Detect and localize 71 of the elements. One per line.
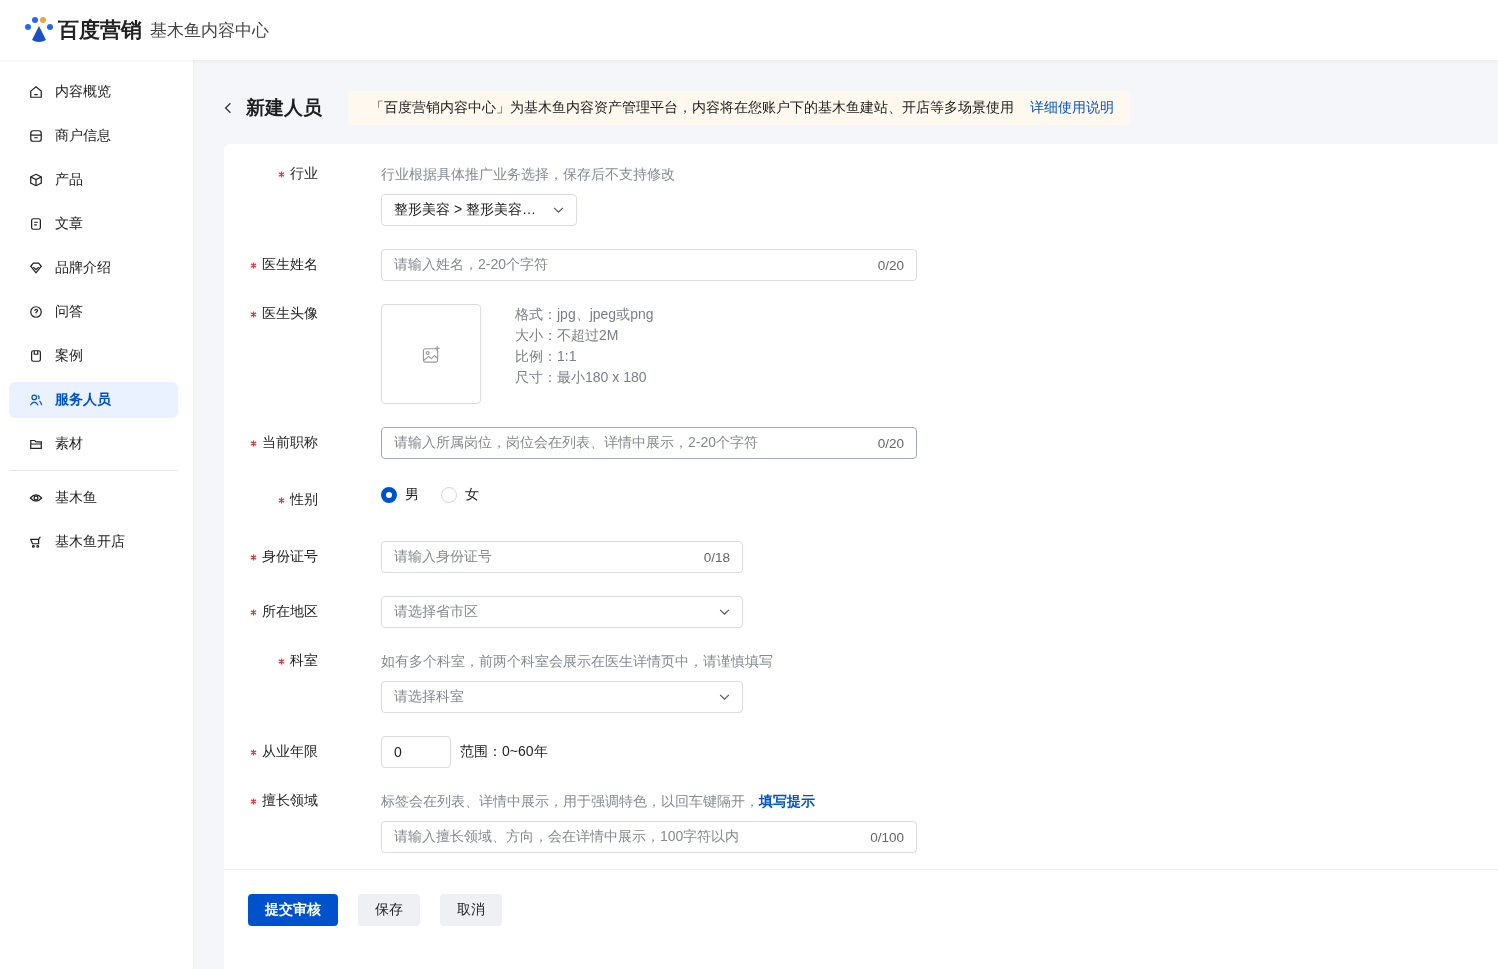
range-note: 范围：0~60年: [460, 743, 548, 761]
logo-icon: [24, 16, 54, 44]
sidebar-item[interactable]: 商户信息: [9, 118, 178, 154]
sidebar-item[interactable]: 内容概览: [9, 74, 178, 110]
question-icon: [29, 305, 43, 319]
character-counter: 0/18: [703, 549, 730, 565]
sidebar-item[interactable]: 素材: [9, 426, 178, 462]
character-counter: 0/100: [870, 829, 904, 845]
radio-label: 女: [465, 486, 479, 504]
sidebar-item[interactable]: 服务人员: [9, 382, 178, 418]
character-counter: 0/20: [877, 435, 904, 451]
upload-requirement: 尺寸：最小180 x 180: [515, 368, 648, 387]
doc-icon: [29, 217, 43, 231]
field-label: 所在地区: [262, 603, 318, 621]
notice-text: 「百度营销内容中心」为基木鱼内容资产管理平台，内容将在您账户下的基木鱼建站、开店等多场景使用: [370, 99, 1014, 117]
number-field[interactable]: 0: [381, 736, 451, 768]
diamond-icon: [29, 261, 43, 275]
field-hint: 标签会在列表、详情中展示，用于强调特色，以回车键隔开，填写提示: [381, 792, 816, 811]
submit-button[interactable]: 提交审核: [248, 894, 338, 926]
text-field[interactable]: 请输入身份证号 0/18: [381, 541, 743, 573]
folder-icon: [29, 437, 43, 451]
cart-icon: [29, 535, 43, 549]
radio-option[interactable]: 男: [381, 486, 419, 504]
hint-link[interactable]: 填写提示: [759, 793, 815, 809]
character-counter: 0/20: [877, 257, 904, 273]
case-icon: [29, 349, 43, 363]
field-hint: 如有多个科室，前两个科室会展示在医生详情页中，请谨慎填写: [381, 652, 773, 671]
upload-requirement: 大小：不超过2M: [515, 326, 620, 345]
radio-label: 男: [405, 486, 419, 504]
field-hint: 行业根据具体推广业务选择，保存后不支持修改: [381, 165, 675, 184]
select-field[interactable]: 请选择科室: [381, 681, 743, 713]
store-icon: [29, 129, 43, 143]
sidebar-item[interactable]: 文章: [9, 206, 178, 242]
sidebar-item[interactable]: 基木鱼: [9, 480, 178, 516]
sidebar-item[interactable]: 基木鱼开店: [9, 524, 178, 560]
add-image-icon: [421, 344, 441, 364]
sidebar-item[interactable]: 案例: [9, 338, 178, 374]
sidebar-item[interactable]: 产品: [9, 162, 178, 198]
people-icon: [29, 393, 43, 407]
page-title: 新建人员: [246, 96, 322, 120]
chevron-down-icon: [553, 206, 564, 214]
brand-name: 百度营销: [58, 17, 142, 43]
field-label: 当前职称: [262, 434, 318, 452]
upload-requirement: 格式：jpg、jpeg或png: [515, 305, 654, 324]
text-field[interactable]: 请输入姓名，2-20个字符 0/20: [381, 249, 917, 281]
field-label: 行业: [290, 165, 318, 183]
sidebar-item[interactable]: 品牌介绍: [9, 250, 178, 286]
radio-button[interactable]: [381, 487, 397, 503]
upload-requirement: 比例：1:1: [515, 347, 578, 366]
field-label: 医生头像: [262, 305, 318, 323]
radio-option[interactable]: 女: [441, 486, 479, 504]
text-field[interactable]: 请输入擅长领域、方向，会在详情中展示，100字符以内 0/100: [381, 821, 917, 853]
field-label: 从业年限: [262, 743, 318, 761]
help-link[interactable]: 详细使用说明: [1030, 99, 1114, 117]
field-label: 擅长领域: [262, 792, 318, 810]
product-name: 基木鱼内容中心: [150, 19, 269, 42]
select-field[interactable]: 整形美容 > 整形美容…: [381, 194, 577, 226]
field-label: 医生姓名: [262, 256, 318, 274]
field-label: 科室: [290, 652, 318, 670]
field-label: 身份证号: [262, 548, 318, 566]
home-icon: [29, 85, 43, 99]
select-field[interactable]: 请选择省市区: [381, 596, 743, 628]
box-icon: [29, 173, 43, 187]
sidebar-item[interactable]: 问答: [9, 294, 178, 330]
eye-icon: [29, 491, 43, 505]
action-button[interactable]: 取消: [440, 894, 502, 926]
action-button[interactable]: 保存: [358, 894, 420, 926]
text-field[interactable]: 请输入所属岗位，岗位会在列表、详情中展示，2-20个字符 0/20: [381, 427, 917, 459]
chevron-down-icon: [719, 693, 730, 701]
chevron-down-icon: [719, 608, 730, 616]
field-label: 性别: [290, 491, 318, 509]
